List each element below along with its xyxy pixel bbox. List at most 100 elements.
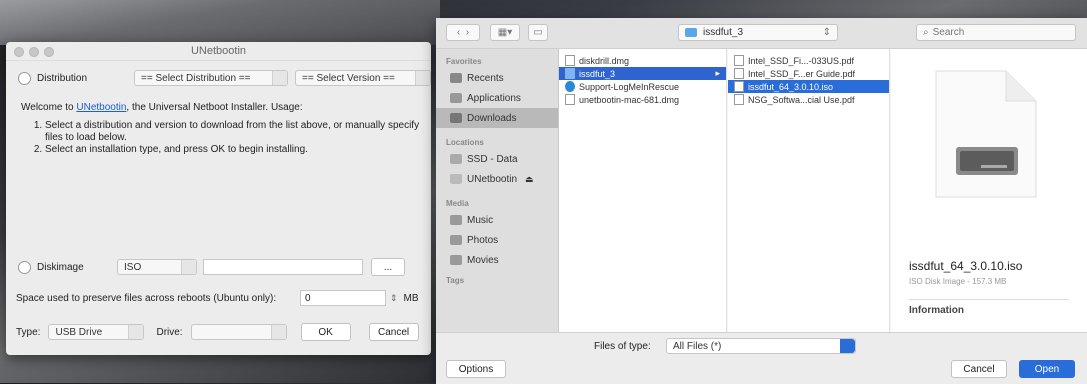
diskimage-path-input[interactable] (203, 259, 363, 275)
welcome-prefix: Welcome to (21, 102, 77, 113)
sidebar-item-label: Music (467, 214, 494, 226)
diskimage-radio[interactable] (18, 260, 31, 274)
open-button[interactable]: Open (1019, 360, 1075, 378)
file-column-1: diskdrill.dmg issdfut_3 ▸ Support-LogMeIn… (559, 49, 727, 332)
disk-image-preview-icon (935, 70, 1037, 198)
tags-header: Tags (446, 276, 465, 285)
list-item[interactable]: diskdrill.dmg (559, 54, 726, 67)
sidebar-item-label: Photos (467, 234, 499, 246)
preview-filename: issdfut_64_3.0.10.iso (909, 259, 1023, 273)
chevron-down-icon (415, 71, 430, 85)
search-placeholder: Search (932, 27, 965, 38)
sidebar-item-label: UNetbootin (467, 173, 518, 185)
chevron-down-icon (128, 325, 144, 339)
eject-icon[interactable]: ⏏ (525, 174, 534, 185)
iso-icon (734, 81, 744, 92)
list-item[interactable]: Intel_SSD_F...er Guide.pdf (728, 67, 889, 80)
search-icon: ⌕ (923, 27, 929, 38)
ok-button[interactable]: OK (300, 323, 351, 341)
usage-step: Select a distribution and version to dow… (45, 120, 426, 144)
distribution-row: Distribution == Select Distribution == =… (18, 70, 431, 86)
browse-button[interactable]: ... (371, 258, 405, 276)
sidebar-item-downloads[interactable]: Downloads (436, 108, 558, 128)
version-select[interactable]: == Select Version == (295, 70, 431, 86)
app-icon (565, 81, 575, 92)
files-of-type-select[interactable]: All Files (*) (666, 338, 856, 354)
close-icon[interactable] (14, 47, 24, 57)
sidebar-item-label: Recents (467, 72, 504, 84)
type-label: Type: (16, 326, 41, 338)
space-input[interactable]: 0 (300, 290, 386, 306)
type-select-value: USB Drive (55, 326, 103, 338)
zoom-icon[interactable] (44, 47, 54, 57)
options-button[interactable]: Options (446, 360, 506, 378)
sidebar-item-label: SSD - Data (467, 153, 518, 165)
disk-image-icon (565, 94, 575, 105)
downloads-icon (450, 113, 462, 123)
distribution-label: Distribution (37, 72, 88, 84)
window-title: UNetbootin (190, 45, 247, 57)
sidebar-item-recents[interactable]: Recents (436, 68, 558, 88)
new-folder-button[interactable]: ▭ (528, 24, 548, 41)
list-item[interactable]: Support-LogMeInRescue (559, 80, 726, 93)
cancel-button[interactable]: Cancel (951, 360, 1007, 378)
diskimage-row: Diskimage ISO ... (18, 258, 405, 276)
file-name: diskdrill.dmg (579, 55, 630, 66)
file-name: unetbootin-mac-681.dmg (579, 94, 680, 105)
file-column-2: Intel_SSD_Fi...-033US.pdf Intel_SSD_F...… (728, 49, 890, 332)
install-row: Type: USB Drive Drive: OK Cancel (16, 323, 419, 341)
chevron-down-icon (270, 325, 286, 339)
window-titlebar[interactable]: UNetbootin (6, 42, 431, 61)
unetbootin-link[interactable]: UNetbootin (76, 102, 126, 113)
cancel-button[interactable]: Cancel (368, 323, 419, 341)
file-name: issdfut_3 (579, 68, 616, 79)
chevron-updown-icon: ⇕ (822, 27, 831, 38)
type-select[interactable]: USB Drive (48, 324, 145, 340)
folder-icon (685, 28, 697, 37)
list-item[interactable]: unetbootin-mac-681.dmg (559, 93, 726, 106)
media-header: Media (446, 199, 469, 208)
sidebar-item-applications[interactable]: Applications (436, 88, 558, 108)
files-of-type-label: Files of type: (594, 341, 651, 352)
search-input[interactable]: ⌕ Search (916, 24, 1076, 41)
preview-divider (909, 299, 1069, 300)
sidebar-item-music[interactable]: Music (436, 210, 558, 230)
sidebar-item-unetbootin[interactable]: UNetbootin ⏏ (436, 169, 558, 189)
space-label: Space used to preserve files across rebo… (16, 292, 277, 304)
distribution-radio[interactable] (18, 71, 31, 85)
preview-kind: ISO Disk Image - 157.3 MB (909, 277, 1007, 286)
chevron-updown-icon (840, 339, 855, 353)
version-select-value: == Select Version == (302, 72, 395, 84)
locations-header: Locations (446, 138, 484, 147)
photos-icon (450, 235, 462, 245)
file-preview: issdfut_64_3.0.10.iso ISO Disk Image - 1… (891, 49, 1087, 332)
drive-icon (450, 174, 462, 184)
desktop-background (0, 0, 440, 45)
back-forward-buttons[interactable]: ‹ › (446, 24, 480, 41)
drive-label: Drive: (156, 326, 183, 338)
distribution-select[interactable]: == Select Distribution == (134, 70, 288, 86)
dialog-toolbar: ‹ › ▦▾ ▭ issdfut_3 ⇕ ⌕ Search (436, 18, 1087, 49)
sidebar-item-ssd-data[interactable]: SSD - Data (436, 149, 558, 169)
list-item[interactable]: issdfut_3 ▸ (559, 67, 726, 80)
recents-icon (450, 73, 462, 83)
pdf-icon (734, 68, 744, 79)
sidebar-item-photos[interactable]: Photos (436, 230, 558, 250)
view-mode-button[interactable]: ▦▾ (490, 24, 520, 41)
welcome-line: Welcome to UNetbootin, the Universal Net… (21, 102, 426, 114)
list-item[interactable]: Intel_SSD_Fi...-033US.pdf (728, 54, 889, 67)
stepper-icon[interactable]: ⇕ (390, 293, 398, 304)
file-name: Support-LogMeInRescue (579, 81, 680, 92)
drive-select[interactable] (190, 324, 287, 340)
preview-info-header: Information (909, 305, 964, 316)
diskimage-type-select[interactable]: ISO (117, 259, 197, 275)
list-item[interactable]: NSG_Softwa...cial Use.pdf (728, 93, 889, 106)
path-popup[interactable]: issdfut_3 ⇕ (678, 24, 838, 41)
welcome-text: Welcome to UNetbootin, the Universal Net… (21, 102, 426, 156)
pdf-icon (734, 55, 744, 66)
list-item[interactable]: issdfut_64_3.0.10.iso (728, 80, 889, 93)
space-row: Space used to preserve files across rebo… (16, 290, 419, 306)
usage-step: Select an installation type, and press O… (45, 144, 426, 156)
sidebar-item-movies[interactable]: Movies (436, 250, 558, 270)
minimize-icon[interactable] (29, 47, 39, 57)
